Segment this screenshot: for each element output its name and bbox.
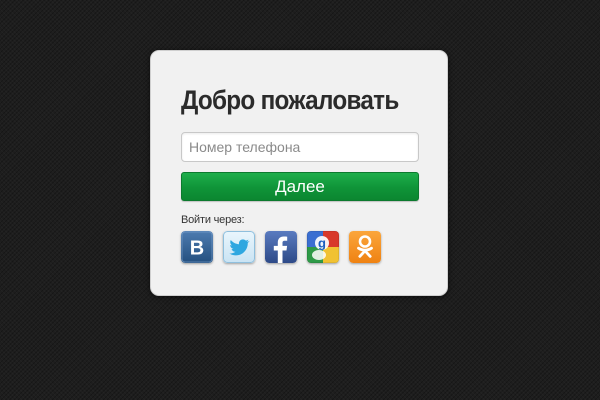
phone-input[interactable] — [181, 132, 419, 162]
vk-login-button[interactable]: B — [181, 231, 213, 263]
odnoklassniki-login-button[interactable] — [349, 231, 381, 263]
google-icon: g — [307, 231, 339, 263]
page-title: Добро пожаловать — [181, 85, 399, 115]
google-login-button[interactable]: g — [307, 231, 339, 263]
facebook-icon — [265, 231, 297, 263]
svg-text:B: B — [190, 238, 204, 260]
vk-icon: B — [181, 231, 213, 263]
facebook-login-button[interactable] — [265, 231, 297, 263]
svg-text:g: g — [318, 236, 326, 251]
login-via-label: Войти через: — [181, 214, 245, 226]
twitter-icon — [223, 231, 255, 263]
twitter-login-button[interactable] — [223, 231, 255, 263]
login-card: Добро пожаловать Далее Войти через: B — [150, 50, 448, 296]
odnoklassniki-icon — [349, 231, 381, 263]
next-button[interactable]: Далее — [181, 172, 419, 201]
